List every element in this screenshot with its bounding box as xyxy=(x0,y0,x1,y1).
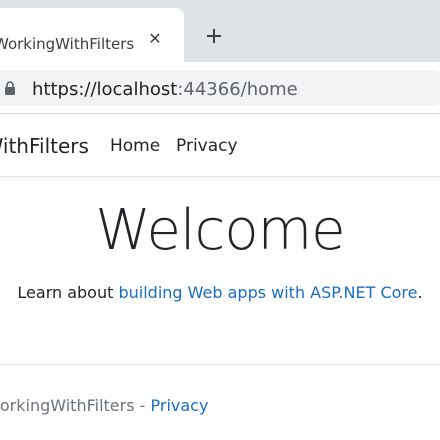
footer-text: WorkingWithFilters - Privacy xyxy=(0,396,208,415)
new-tab-button[interactable] xyxy=(200,22,228,50)
navbar-brand[interactable]: WorkingWithFilters xyxy=(0,134,89,158)
lead-suffix: . xyxy=(417,283,423,302)
brand-container: WorkingWithFilters xyxy=(0,115,100,177)
url-host: https://localhost xyxy=(32,79,178,100)
footer-brand: WorkingWithFilters xyxy=(0,396,135,415)
url-text: https://localhost:44366/home xyxy=(32,79,298,100)
footer-container: WorkingWithFilters - Privacy xyxy=(0,365,440,440)
browser-tabstrip: WorkingWithFilters ✕ xyxy=(0,0,440,68)
nav-link-home[interactable]: Home xyxy=(110,136,160,156)
aspnet-docs-link[interactable]: building Web apps with ASP.NET Core xyxy=(118,283,417,302)
url-path: :44366/home xyxy=(177,79,298,100)
footer-separator: - xyxy=(134,396,151,415)
address-bar[interactable]: https://localhost:44366/home xyxy=(0,70,440,106)
tab-title: WorkingWithFilters xyxy=(0,35,135,53)
lead-prefix: Learn about xyxy=(17,283,119,302)
browser-tab[interactable]: WorkingWithFilters ✕ xyxy=(0,8,184,68)
site-footer: WorkingWithFilters - Privacy xyxy=(0,364,440,440)
footer-privacy-link[interactable]: Privacy xyxy=(151,396,209,415)
lead-paragraph: Learn about building Web apps with ASP.N… xyxy=(0,283,440,302)
nav-link-privacy[interactable]: Privacy xyxy=(176,136,238,156)
close-icon[interactable]: ✕ xyxy=(144,28,166,50)
browser-toolbar: https://localhost:44366/home xyxy=(0,62,440,114)
site-navbar: WorkingWithFilters Home Privacy xyxy=(0,115,440,177)
lock-icon xyxy=(5,81,15,95)
page-title: Welcome xyxy=(95,198,345,263)
plus-icon xyxy=(207,29,221,43)
